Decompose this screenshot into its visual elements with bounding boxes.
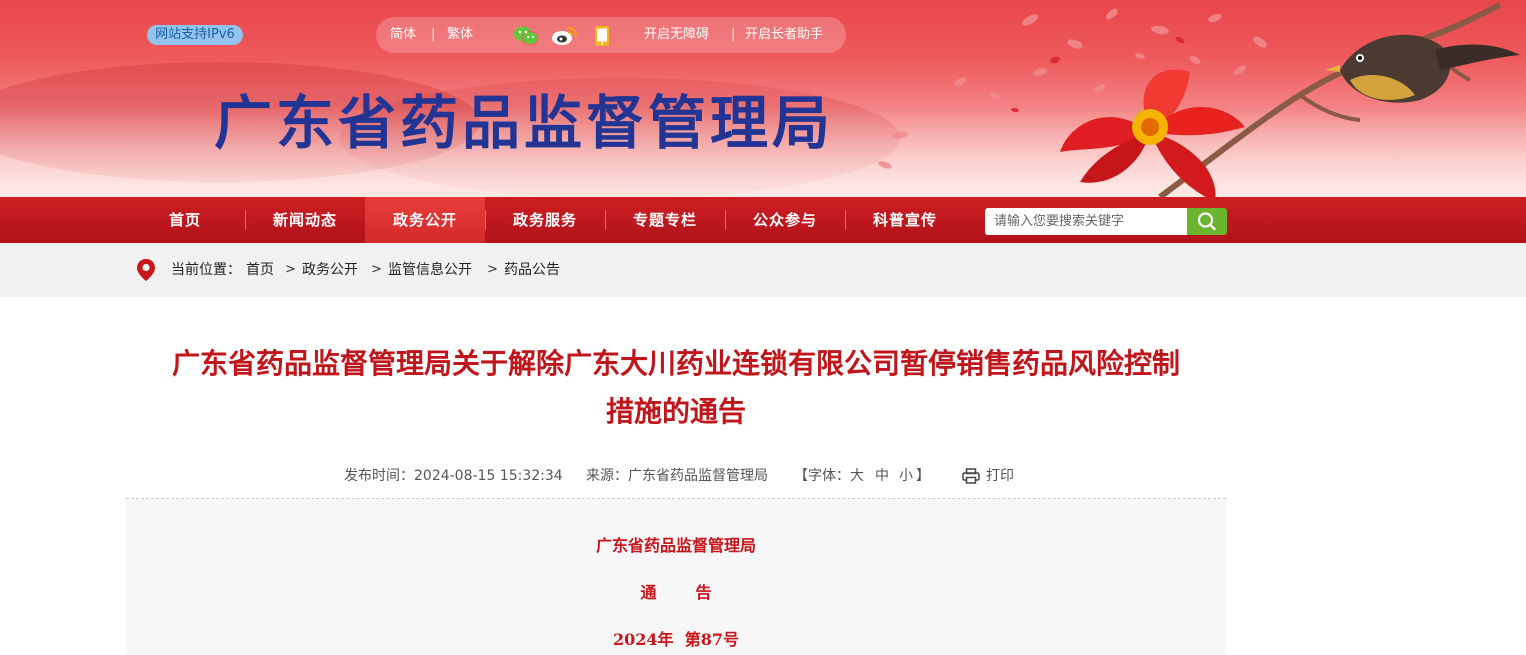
mobile-icon[interactable] [594,25,610,51]
article-source: 来源：广东省药品监督管理局 [586,468,768,484]
nav-item-news[interactable]: 新闻动态 [245,197,365,243]
article-title-line: 措施的通告 [605,395,746,428]
breadcrumb-item-supervision-info[interactable]: 监管信息公开 [388,243,472,297]
weibo-icon[interactable] [551,25,577,51]
notice-number: 2024年 第87号 [613,630,739,649]
toolbar-separator: | [731,27,736,42]
main-nav: 首页 新闻动态 政务公开 政务服务 专题专栏 公众参与 科普宣传 [0,197,1526,243]
notice-type: 通 告 [640,583,712,602]
print-button[interactable]: 打印 [986,463,1014,489]
breadcrumb-prefix: 当前位置： [171,262,241,278]
accessibility-link[interactable]: 开启无障碍 [644,17,709,53]
font-size-bracket: 】 [916,468,930,484]
toolbar-separator: | [431,27,436,42]
header-banner: 网站支持IPv6 简体 | 繁体 开启无障碍 | 开启长者助手 广东省药品监督管… [0,0,1526,197]
ipv6-badge[interactable]: 网站支持IPv6 [147,25,243,45]
location-pin-icon [137,259,155,281]
nav-item-government-affairs[interactable]: 政务公开 [365,197,485,243]
traditional-chinese-link[interactable]: 繁体 [447,17,473,53]
article-title-line: 广东省药品监督管理局关于解除广东大川药业连锁有限公司暂停销售药品风险控制 [171,347,1180,380]
nav-item-home[interactable]: 首页 [125,197,245,243]
breadcrumb-separator: > [285,262,296,277]
notice-issuer: 广东省药品监督管理局 [595,536,756,555]
breadcrumb-separator: > [487,262,498,277]
search-button[interactable] [1187,208,1227,235]
wechat-icon[interactable] [513,25,539,51]
breadcrumb: 当前位置： 首页 > 政务公开 > 监管信息公开 > 药品公告 [0,243,1526,297]
simplified-chinese-link[interactable]: 简体 [390,17,416,53]
elderly-mode-link[interactable]: 开启长者助手 [745,17,823,53]
font-size-small-button[interactable]: 小 [899,463,913,489]
breadcrumb-item-government-affairs[interactable]: 政务公开 [302,243,358,297]
printer-icon[interactable] [962,468,980,484]
nav-item-science[interactable]: 科普宣传 [845,197,965,243]
font-size-large-button[interactable]: 大 [850,463,864,489]
search-icon [1197,212,1216,231]
article-title: 广东省药品监督管理局关于解除广东大川药业连锁有限公司暂停销售药品风险控制 措施的… [126,340,1226,436]
site-title[interactable]: 广东省药品监督管理局 [214,88,834,158]
nav-item-services[interactable]: 政务服务 [485,197,605,243]
header-toolbar: 简体 | 繁体 开启无障碍 | 开启长者助手 [376,17,846,53]
breadcrumb-item-drug-announcements[interactable]: 药品公告 [504,243,560,297]
nav-item-public-participation[interactable]: 公众参与 [725,197,845,243]
article-body: 广东省药品监督管理局 通 告 2024年 第87号 [126,499,1226,655]
font-size-label: 【字体： [794,468,850,484]
nav-item-special-topics[interactable]: 专题专栏 [605,197,725,243]
breadcrumb-item-home[interactable]: 首页 [246,243,274,297]
font-size-medium-button[interactable]: 中 [875,463,889,489]
search-input[interactable] [985,208,1187,235]
breadcrumb-separator: > [371,262,382,277]
publish-time: 发布时间：2024-08-15 15:32:34 [344,468,563,484]
